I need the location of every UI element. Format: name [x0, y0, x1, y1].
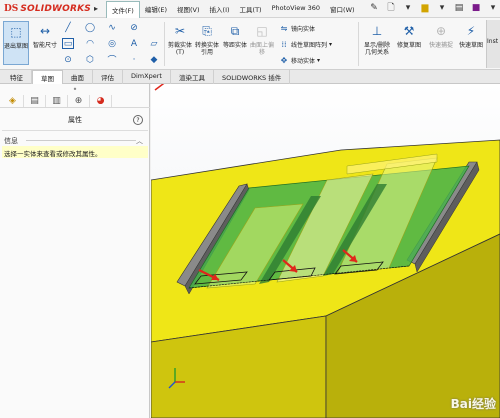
configuration-icon[interactable]: ▥: [46, 94, 68, 107]
polygon-icon[interactable]: ⬡: [84, 54, 96, 65]
repair-sketch-button[interactable]: ⚒ 修复草图: [396, 21, 422, 49]
slot-icon[interactable]: ⊙: [62, 54, 74, 65]
menu-bar: 文件(F) 编辑(E) 视图(V) 插入(I) 工具(T) PhotoView …: [106, 1, 360, 19]
collapse-chevron-icon[interactable]: ︿: [136, 136, 143, 146]
menu-view[interactable]: 视图(V): [172, 1, 205, 19]
surface-offset-icon: ◱: [256, 24, 268, 38]
point-tool-icon[interactable]: ◆: [148, 54, 160, 65]
rectangle-icon[interactable]: ▭: [62, 38, 74, 49]
tab-render-tools[interactable]: 渲染工具: [171, 70, 214, 84]
feature-tree-icon[interactable]: ◈: [2, 94, 24, 107]
menu-expand-icon[interactable]: ▸: [94, 4, 98, 13]
save-icon[interactable]: ■: [469, 1, 483, 15]
property-manager: • ◈ ▤ ▥ ⊕ ◕ 属性 ? 信息 ︿ 选择一实体来查看或修改其属性。: [0, 84, 150, 418]
smart-dimension-icon: ↔: [39, 24, 51, 38]
solidworks-logo: DS SOLIDWORKS: [4, 2, 91, 16]
menu-photoview[interactable]: PhotoView 360: [267, 1, 325, 19]
divider: [2, 130, 148, 131]
dropdown-icon[interactable]: ▾: [317, 57, 320, 64]
dropdown-icon[interactable]: ▾: [401, 1, 415, 15]
menu-window[interactable]: 窗口(W): [325, 1, 360, 19]
brand-name: SOLIDWORKS: [20, 4, 91, 14]
help-icon[interactable]: ?: [133, 115, 143, 125]
mirror-entities-button[interactable]: ⇋ 镜向实体: [279, 23, 315, 33]
linear-pattern-button[interactable]: ⁞⁞ 线性草图阵列 ▾: [279, 39, 332, 49]
exit-sketch-button[interactable]: ⬚ 退出草图: [3, 21, 29, 65]
tab-features[interactable]: 特征: [2, 70, 32, 84]
rapid-sketch-icon: ⚡: [466, 24, 476, 38]
linear-pattern-icon: ⁞⁞: [281, 39, 287, 49]
instant2d-button[interactable]: Inst: [486, 20, 500, 68]
convert-icon: ⎘: [202, 23, 212, 38]
property-manager-icon[interactable]: ▤: [24, 94, 46, 107]
trim-entities-button[interactable]: ✂ 剪裁实体(T): [167, 21, 193, 56]
command-manager: ⬚ 退出草图 ↔ 智能尺寸 ╱ ◯ ∿ ⊘ ▭ ◠ ◎ A ⊙ ⬡ ⌒ · ▱ …: [0, 18, 500, 70]
display-manager-icon[interactable]: ◕: [90, 94, 112, 107]
ribbon-separator: [164, 22, 165, 66]
ds-logo-mark: DS: [4, 4, 19, 14]
dropdown-icon[interactable]: ▾: [486, 1, 500, 15]
point-icon[interactable]: ·: [128, 54, 140, 65]
text-icon[interactable]: A: [128, 38, 140, 49]
graphics-area[interactable]: Bai经验: [151, 84, 500, 418]
open-folder-icon[interactable]: ▆: [418, 1, 432, 15]
dimension-tool-icon[interactable]: ⊘: [128, 22, 140, 33]
info-section-header[interactable]: 信息: [4, 136, 18, 146]
arc-icon[interactable]: ◠: [84, 38, 96, 49]
ribbon-separator: [358, 22, 359, 66]
repair-icon: ⚒: [403, 24, 415, 38]
plane-icon[interactable]: ▱: [148, 38, 160, 49]
mirror-icon: ⇋: [280, 23, 288, 33]
command-tabs: 特征 草图 曲面 评估 DimXpert 渲染工具 SOLIDWORKS 插件: [0, 70, 500, 84]
spline-icon[interactable]: ∿: [106, 22, 118, 33]
panel-title: 属性: [68, 116, 82, 124]
tab-dimxpert[interactable]: DimXpert: [123, 70, 171, 84]
rapid-sketch-button[interactable]: ⚡ 快速草图: [458, 21, 484, 49]
panel-tab-bar: ◈ ▤ ▥ ⊕ ◕: [0, 94, 150, 108]
dimxpert-icon[interactable]: ⊕: [68, 94, 90, 107]
display-relations-button[interactable]: ⊥ 显示/删除几何关系: [362, 21, 392, 56]
quick-snaps-icon: ⊕: [435, 24, 447, 38]
relations-icon: ⊥: [371, 24, 383, 38]
title-bar: DS SOLIDWORKS ▸ 文件(F) 编辑(E) 视图(V) 插入(I) …: [0, 0, 500, 19]
tab-surfaces[interactable]: 曲面: [63, 70, 93, 84]
info-message: 选择一实体来查看或修改其属性。: [2, 146, 148, 158]
menu-file[interactable]: 文件(F): [106, 1, 140, 19]
title-toolbar: ✎ 🗋 ▾ ▆ ▾ ▤ ■ ▾: [367, 1, 500, 15]
watermark: Bai经验: [450, 397, 496, 411]
tab-evaluate[interactable]: 评估: [93, 70, 123, 84]
print-icon[interactable]: ▤: [452, 1, 466, 15]
circle-icon[interactable]: ◯: [84, 22, 96, 33]
menu-edit[interactable]: 编辑(E): [140, 1, 172, 19]
model-view[interactable]: [151, 84, 500, 418]
panel-handle[interactable]: •: [0, 84, 150, 94]
dropdown-icon[interactable]: ▾: [435, 1, 449, 15]
convert-entities-button[interactable]: ⎘ 转换实体引用: [194, 21, 220, 57]
tab-addins[interactable]: SOLIDWORKS 插件: [214, 70, 291, 84]
new-file-icon[interactable]: 🗋: [384, 1, 398, 15]
move-entities-button[interactable]: ✥ 移动实体 ▾: [279, 55, 320, 65]
line-icon[interactable]: ╱: [62, 22, 74, 33]
menu-tools[interactable]: 工具(T): [235, 1, 267, 19]
smart-dimension-button[interactable]: ↔ 智能尺寸: [32, 21, 58, 49]
offset-entities-button[interactable]: ⧉ 等距实体: [222, 21, 248, 50]
trim-icon: ✂: [174, 24, 186, 38]
ellipse-icon[interactable]: ◎: [106, 38, 118, 49]
move-icon: ✥: [280, 55, 288, 65]
menu-insert[interactable]: 插入(I): [205, 1, 235, 19]
exit-sketch-icon: ⬚: [10, 25, 22, 39]
pin-icon[interactable]: ✎: [367, 1, 381, 15]
offset-on-surface-button[interactable]: ◱ 曲面上偏移: [249, 21, 275, 56]
dropdown-icon[interactable]: ▾: [329, 41, 332, 48]
divider: [26, 140, 136, 141]
tab-sketch[interactable]: 草图: [32, 70, 63, 84]
quick-snaps-button[interactable]: ⊕ 快速捕捉: [428, 21, 454, 49]
fillet-icon[interactable]: ⌒: [106, 54, 118, 66]
offset-icon: ⧉: [230, 23, 240, 38]
